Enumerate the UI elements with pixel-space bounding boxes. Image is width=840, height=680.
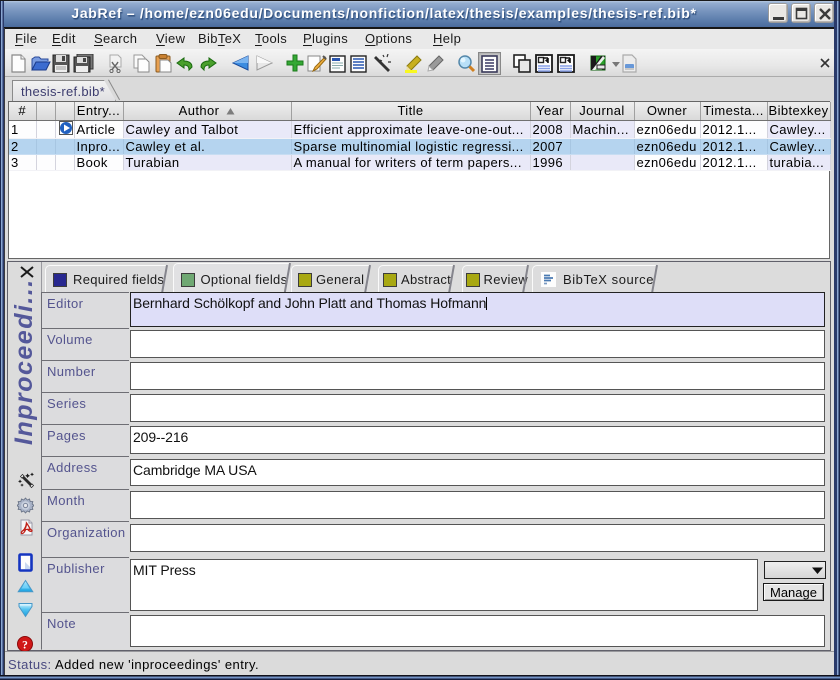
svg-text:?: ? (22, 640, 28, 652)
